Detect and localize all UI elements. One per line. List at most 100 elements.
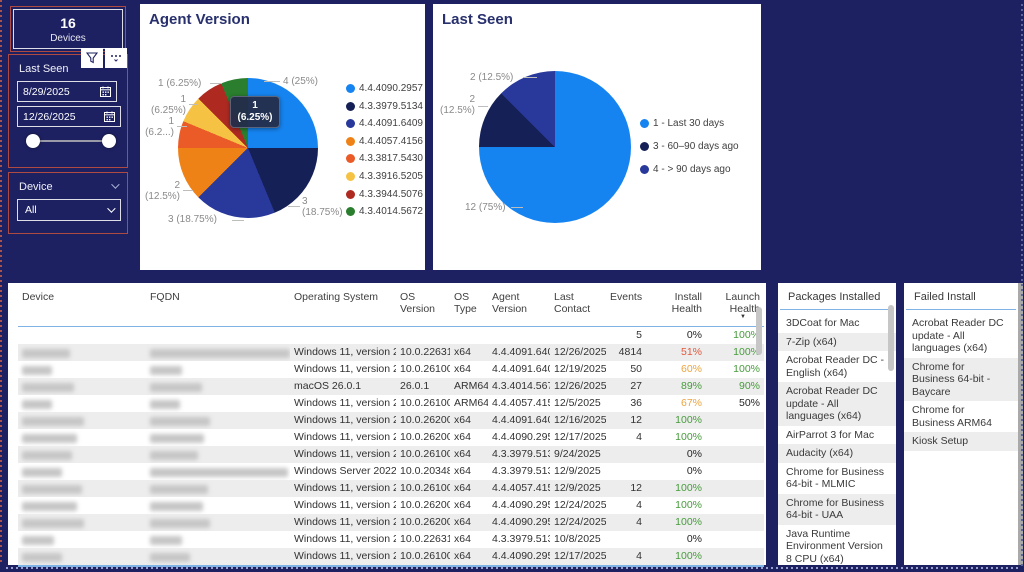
agent-version-chart-title: Agent Version: [140, 4, 425, 28]
list-item[interactable]: AirParrot 3 for Mac: [778, 426, 896, 445]
chevron-down-icon: [107, 204, 115, 212]
legend-dot-icon: [346, 154, 355, 163]
column-header-install-health[interactable]: Install Health: [646, 287, 706, 327]
redacted-text: [150, 451, 198, 460]
table-row[interactable]: Windows 11, version 24H210.0.26100.0x644…: [18, 548, 764, 566]
table-row[interactable]: Windows 11, version 24H210.0.26100.0x644…: [18, 480, 764, 497]
legend-item[interactable]: 4 - > 90 days ago: [640, 164, 739, 175]
list-item[interactable]: Acrobat Reader DC update - All languages…: [778, 382, 896, 426]
column-header-last-contact[interactable]: Last Contact: [550, 287, 606, 327]
list-item[interactable]: Audacity (x64): [778, 444, 896, 463]
list-item[interactable]: Java Runtime Environment Version 8 CPU (…: [778, 525, 896, 566]
pie-callout: 12 (75%): [465, 202, 506, 213]
last-seen-chart-panel: Last Seen 2 (12.5%) 2 (12.5%) 12 (75%) 1…: [433, 4, 761, 270]
legend-item[interactable]: 3 - 60–90 days ago: [640, 141, 739, 152]
legend-item[interactable]: 1 - Last 30 days: [640, 118, 739, 129]
column-header-device[interactable]: Device: [18, 287, 146, 327]
packages-installed-panel: Packages Installed 3DCoat for Mac7-Zip (…: [778, 283, 896, 565]
date-range-slider-handle-left[interactable]: [26, 134, 40, 148]
table-row[interactable]: Windows 11, version 24H210.0.26100.0x644…: [18, 361, 764, 378]
list-item[interactable]: Chrome for Business 64-bit - UAA: [778, 494, 896, 525]
column-header-operating-system[interactable]: Operating System: [290, 287, 396, 327]
list-item[interactable]: 7-Zip (x64): [778, 333, 896, 352]
tooltip-value: 1: [252, 100, 258, 112]
legend-item[interactable]: 4.4.4090.2957: [346, 83, 423, 94]
table-row[interactable]: Windows 11, version 23H210.0.22631.0x644…: [18, 531, 764, 548]
legend-label: 3 - 60–90 days ago: [653, 141, 739, 152]
redacted-text: [22, 502, 77, 511]
redacted-text: [150, 468, 288, 477]
legend-item[interactable]: 4.4.4091.6409: [346, 118, 423, 129]
calendar-icon[interactable]: [104, 111, 115, 122]
table-row[interactable]: macOS 26.0.126.0.1ARM644.3.4014.567212/2…: [18, 378, 764, 395]
legend-label: 4.3.4014.5672: [359, 206, 423, 217]
device-slicer: Device All: [8, 172, 128, 234]
legend-dot-icon: [346, 190, 355, 199]
table-row[interactable]: Windows 11, version 23H210.0.22631.0x644…: [18, 344, 764, 361]
table-row[interactable]: 50%100%: [18, 327, 764, 345]
redacted-text: [22, 366, 52, 375]
packages-installed-title: Packages Installed: [780, 283, 894, 310]
date-range-slider-handle-right[interactable]: [102, 134, 116, 148]
legend-item[interactable]: 4.3.3944.5076: [346, 189, 423, 200]
redacted-text: [22, 400, 52, 409]
start-date-input[interactable]: 8/29/2025: [17, 81, 117, 102]
redacted-text: [22, 519, 84, 528]
last-seen-legend: 1 - Last 30 days 3 - 60–90 days ago 4 - > …: [640, 118, 739, 175]
list-item[interactable]: Chrome for Business 64-bit - MLMIC: [778, 463, 896, 494]
last-seen-pie[interactable]: [479, 71, 631, 223]
list-item[interactable]: Acrobat Reader DC - English (x64): [778, 351, 896, 382]
redacted-text: [150, 349, 290, 358]
legend-dot-icon: [346, 172, 355, 181]
legend-item[interactable]: 4.3.4014.5672: [346, 206, 423, 217]
column-header-agent-version[interactable]: Agent Version: [488, 287, 550, 327]
legend-dot-icon: [346, 84, 355, 93]
legend-label: 1 - Last 30 days: [653, 118, 724, 129]
legend-item[interactable]: 4.3.3916.5205: [346, 171, 423, 182]
packages-installed-list: 3DCoat for Mac7-Zip (x64)Acrobat Reader …: [778, 314, 896, 565]
sort-descending-icon: ▼: [710, 315, 760, 320]
table-scrollbar-thumb[interactable]: [756, 307, 762, 355]
table-row[interactable]: Windows 11, version 24H210.0.26100.0x644…: [18, 446, 764, 463]
devices-count-card[interactable]: 16 Devices: [10, 6, 126, 52]
packages-scrollbar-thumb[interactable]: [888, 305, 894, 371]
table-row[interactable]: Windows 11, version 25H210.0.26200.0x644…: [18, 514, 764, 531]
pie-callout: 3 (18.75%): [168, 214, 217, 225]
pie-tooltip: 1 (6.25%): [230, 96, 280, 128]
redacted-text: [22, 536, 54, 545]
legend-item[interactable]: 4.3.3979.5134: [346, 101, 423, 112]
table-row[interactable]: Windows 11, version 24H210.0.26100.0ARM6…: [18, 395, 764, 412]
pie-callout: 2 (12.5%): [470, 72, 513, 83]
legend-item[interactable]: 4.4.4057.4156: [346, 136, 423, 147]
column-header-os-version[interactable]: OS Version: [396, 287, 450, 327]
filter-funnel-icon: [86, 52, 98, 64]
list-item[interactable]: Kiosk Setup: [904, 432, 1018, 451]
list-item[interactable]: Chrome for Business ARM64: [904, 401, 1018, 432]
calendar-icon[interactable]: [100, 86, 111, 97]
failed-install-panel: Failed Install Acrobat Reader DC update …: [904, 283, 1018, 565]
end-date-input[interactable]: 12/26/2025: [17, 106, 121, 127]
legend-dot-icon: [640, 142, 649, 151]
column-header-fqdn[interactable]: FQDN: [146, 287, 290, 327]
more-options-button[interactable]: [105, 48, 127, 68]
filter-button[interactable]: [81, 48, 103, 68]
list-item[interactable]: Chrome for Business 64-bit - Baycare: [904, 358, 1018, 402]
failed-install-title: Failed Install: [906, 283, 1016, 310]
last-seen-chart-title: Last Seen: [433, 4, 761, 28]
legend-label: 4 - > 90 days ago: [653, 164, 731, 175]
table-row[interactable]: Windows 11, version 25H210.0.26200.0x644…: [18, 429, 764, 446]
column-header-os-type[interactable]: OS Type: [450, 287, 488, 327]
devices-count-value: 16: [60, 15, 76, 31]
table-row[interactable]: Windows 11, version 25H210.0.26200.0x644…: [18, 497, 764, 514]
redacted-text: [22, 553, 62, 562]
column-header-events[interactable]: Events: [606, 287, 646, 327]
table-row[interactable]: Windows 11, version 25H210.0.26200.0x644…: [18, 412, 764, 429]
date-range-slider-track[interactable]: [35, 140, 111, 142]
device-dropdown[interactable]: All: [17, 199, 121, 221]
legend-dot-icon: [346, 102, 355, 111]
chevron-down-icon[interactable]: [111, 180, 119, 188]
legend-item[interactable]: 4.3.3817.5430: [346, 153, 423, 164]
list-item[interactable]: 3DCoat for Mac: [778, 314, 896, 333]
table-row[interactable]: Windows Server 202210.0.20348.0x644.3.39…: [18, 463, 764, 480]
list-item[interactable]: Acrobat Reader DC update - All languages…: [904, 314, 1018, 358]
